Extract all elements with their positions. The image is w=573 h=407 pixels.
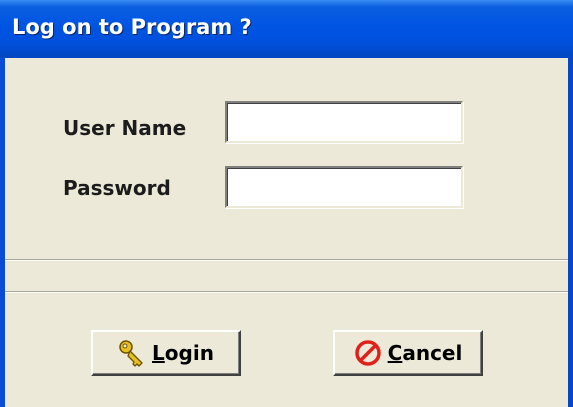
- username-input[interactable]: [225, 101, 463, 143]
- window-title: Log on to Program ?: [12, 15, 252, 39]
- password-input[interactable]: [225, 166, 463, 208]
- window-border-right: [568, 58, 573, 407]
- login-button-label: Login: [152, 341, 214, 365]
- cancel-button[interactable]: Cancel: [333, 330, 483, 376]
- window-border-left: [0, 58, 5, 407]
- login-dialog: Log on to Program ? User Name Password L…: [0, 0, 573, 407]
- login-button[interactable]: Login: [91, 330, 241, 376]
- username-label: User Name: [63, 116, 187, 140]
- no-entry-icon: [354, 339, 382, 367]
- separator-panel: [5, 259, 568, 293]
- key-icon: [118, 339, 146, 367]
- cancel-button-label: Cancel: [387, 341, 463, 365]
- title-bar[interactable]: Log on to Program ?: [0, 0, 573, 58]
- password-label: Password: [63, 176, 171, 200]
